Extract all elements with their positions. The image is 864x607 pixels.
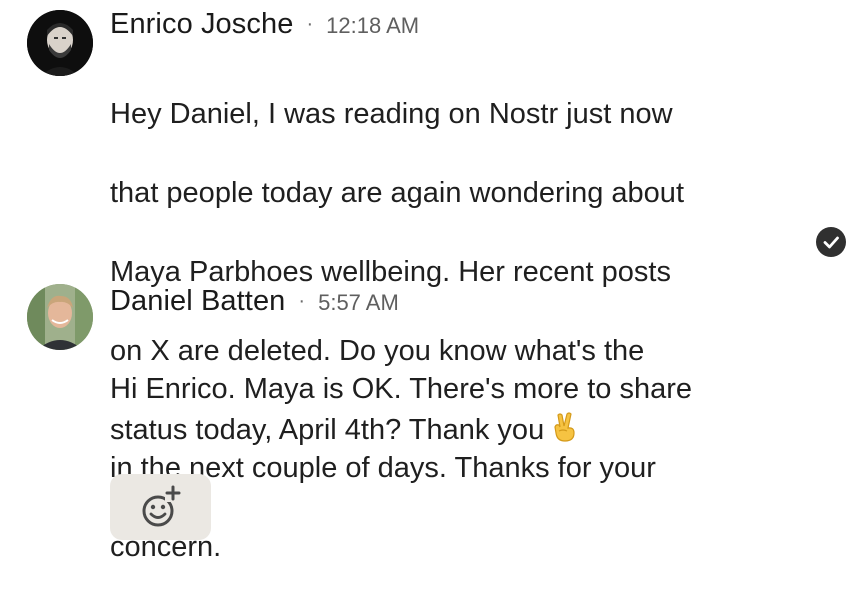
avatar-enrico-image xyxy=(27,10,93,76)
author-name[interactable]: Enrico Josche xyxy=(110,8,293,41)
author-name[interactable]: Daniel Batten xyxy=(110,285,285,318)
message-daniel: Daniel Batten · 5:57 AM Hi Enrico. Maya … xyxy=(0,270,864,563)
chat-thread: { "messages": [ { "author": "Enrico Josc… xyxy=(0,0,864,579)
message-line: Hey Daniel, I was reading on Nostr just … xyxy=(110,97,673,130)
add-reaction-button[interactable] xyxy=(110,474,211,540)
message-timestamp: 5:57 AM xyxy=(318,290,399,315)
separator-dot: · xyxy=(298,290,306,312)
message-line: that people today are again wondering ab… xyxy=(110,176,684,209)
separator-dot: · xyxy=(306,13,314,35)
message-line: Hi Enrico. Maya is OK. There's more to s… xyxy=(110,372,692,405)
avatar-daniel-image xyxy=(27,284,93,350)
message-timestamp: 12:18 AM xyxy=(326,13,420,38)
read-check-icon xyxy=(816,227,846,257)
message-enrico: Enrico Josche · 12:18 AM Hey Daniel, I w… xyxy=(0,0,864,446)
message-body: Hi Enrico. Maya is OK. There's more to s… xyxy=(110,330,692,607)
add-reaction-icon xyxy=(142,485,181,527)
avatar-enrico[interactable] xyxy=(27,10,93,76)
avatar-daniel[interactable] xyxy=(27,284,93,350)
